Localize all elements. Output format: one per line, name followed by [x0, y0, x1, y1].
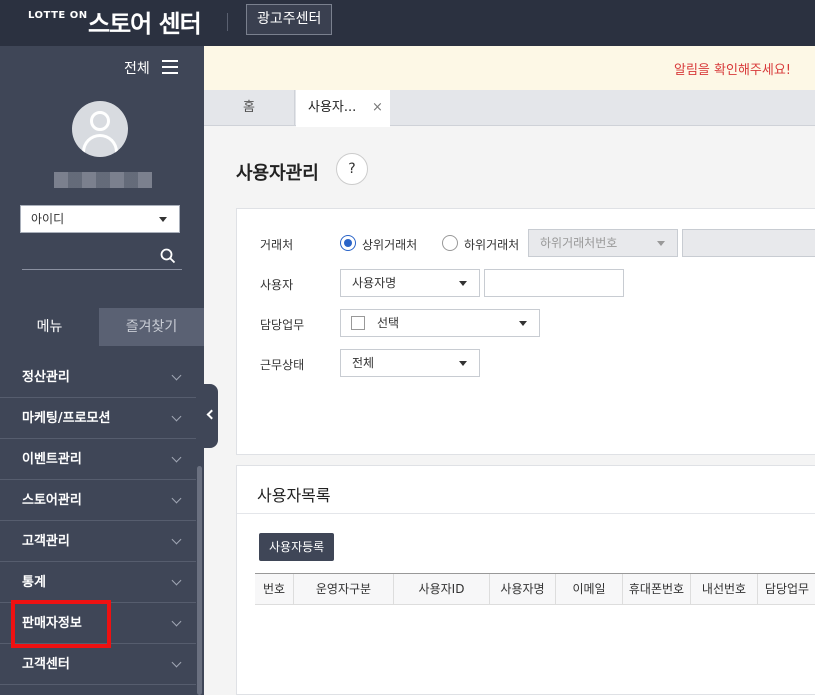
duty-value: 선택: [377, 316, 400, 330]
sidebar-collapse-toggle[interactable]: [204, 384, 218, 448]
lower-partner-number-select[interactable]: 하위거래처번호: [528, 229, 678, 257]
lower-partner-number-value: 하위거래처번호: [540, 236, 618, 250]
top-header: LOTTE ON 스토어 센터 광고주센터: [0, 0, 815, 46]
table-header: 번호 운영자구분 사용자ID 사용자명 이메일 휴대폰번호 내선번호 담당업무: [255, 573, 815, 605]
chevron-down-icon: [171, 452, 182, 463]
tab-home[interactable]: 홈: [204, 90, 295, 126]
column-header[interactable]: 담당업무: [758, 574, 815, 604]
radio-lower-partner-label: 하위거래처: [464, 238, 520, 252]
id-select-value: 아이디: [31, 212, 65, 226]
chevron-down-icon: [171, 411, 182, 422]
duty-select[interactable]: 선택: [340, 309, 540, 337]
page-tabs: 홈 사용자... ×: [204, 90, 815, 127]
brand-title[interactable]: 스토어 센터: [88, 4, 202, 39]
tab-user-management[interactable]: 사용자... ×: [296, 90, 390, 127]
user-list-panel: 사용자목록 사용자등록 번호 운영자구분 사용자ID 사용자명 이메일 휴대폰번…: [236, 465, 815, 695]
user-type-select[interactable]: 사용자명: [340, 269, 480, 297]
chevron-down-icon: [171, 534, 182, 545]
caret-down-icon: [657, 241, 665, 246]
sidebar-item-store[interactable]: 스토어관리: [0, 480, 196, 521]
caret-down-icon: [159, 217, 167, 222]
sidebar-tabs: 메뉴 즐겨찾기: [0, 308, 204, 346]
sidebar-item-label: 스토어관리: [22, 493, 82, 508]
search-input[interactable]: [22, 269, 182, 270]
sidebar-item-label: 정산관리: [22, 370, 70, 385]
column-header[interactable]: 이메일: [556, 574, 623, 604]
notice-bar: 알림을 확인해주세요!: [204, 46, 815, 90]
sidebar-item-label: 고객센터: [22, 657, 70, 672]
column-header[interactable]: 내선번호: [691, 574, 758, 604]
column-header[interactable]: 번호: [255, 574, 294, 604]
radio-lower-partner[interactable]: [442, 235, 458, 251]
sidebar-item-customer[interactable]: 고객관리: [0, 521, 196, 562]
caret-down-icon: [519, 321, 527, 326]
user-search-input[interactable]: [484, 269, 624, 297]
tab-favorites[interactable]: 즐겨찾기: [99, 308, 204, 346]
status-value: 전체: [352, 356, 375, 370]
chevron-down-icon: [171, 616, 182, 627]
duty-label: 담당업무: [260, 318, 305, 332]
status-select[interactable]: 전체: [340, 349, 480, 377]
user-label: 사용자: [260, 278, 294, 292]
user-type-value: 사용자명: [352, 276, 397, 290]
ad-center-button[interactable]: 광고주센터: [246, 4, 333, 35]
register-user-button[interactable]: 사용자등록: [259, 533, 335, 561]
lower-partner-input[interactable]: [682, 229, 815, 257]
main-content: 사용자관리 ? 거래처 상위거래처 하위거래처 하위거래처번호 사용자 사용자명…: [218, 127, 815, 695]
caret-down-icon: [459, 361, 467, 366]
column-header[interactable]: 운영자구분: [294, 574, 394, 604]
blurred-user-name: [54, 172, 152, 188]
chevron-left-icon: [206, 409, 217, 420]
close-icon[interactable]: ×: [372, 90, 383, 126]
sidebar: 전체 아이디 메뉴 즐겨찾기 정산관리 마케팅/프로모션 이벤트관리 스토어관리…: [0, 46, 204, 695]
chevron-down-icon: [171, 575, 182, 586]
brand-logo-small: LOTTE ON: [28, 10, 88, 21]
hamburger-icon[interactable]: [162, 60, 178, 74]
page-title: 사용자관리: [236, 163, 319, 184]
radio-upper-partner-label: 상위거래처: [362, 238, 418, 252]
sidebar-item-customer-center[interactable]: 고객센터: [0, 644, 196, 685]
search-icon[interactable]: [160, 248, 176, 264]
all-menu-label[interactable]: 전체: [124, 58, 150, 78]
help-button[interactable]: ?: [336, 153, 368, 185]
sidebar-item-marketing[interactable]: 마케팅/프로모션: [0, 398, 196, 439]
sidebar-item-label: 고객관리: [22, 534, 70, 549]
chevron-down-icon: [171, 657, 182, 668]
sidebar-item-label: 마케팅/프로모션: [22, 411, 111, 426]
chevron-down-icon: [171, 370, 182, 381]
sidebar-item-settlement[interactable]: 정산관리: [0, 357, 196, 398]
sidebar-scrollbar[interactable]: [197, 466, 202, 695]
tab-user-label: 사용자...: [308, 100, 357, 115]
sidebar-item-label: 통계: [22, 575, 46, 590]
filter-panel: 거래처 상위거래처 하위거래처 하위거래처번호 사용자 사용자명 담당업무 선택…: [236, 208, 815, 455]
notice-text[interactable]: 알림을 확인해주세요!: [674, 59, 791, 78]
avatar: [72, 101, 128, 157]
highlight-annotation: [11, 600, 111, 648]
chevron-down-icon: [171, 493, 182, 504]
sidebar-item-statistics[interactable]: 통계: [0, 562, 196, 603]
column-header[interactable]: 사용자ID: [394, 574, 490, 604]
sidebar-item-event[interactable]: 이벤트관리: [0, 439, 196, 480]
tab-menu[interactable]: 메뉴: [0, 308, 99, 346]
column-header[interactable]: 사용자명: [490, 574, 556, 604]
column-header[interactable]: 휴대폰번호: [623, 574, 691, 604]
divider: [237, 513, 815, 514]
user-list-title: 사용자목록: [257, 486, 331, 505]
partner-label: 거래처: [260, 238, 294, 252]
radio-upper-partner[interactable]: [340, 235, 356, 251]
id-select[interactable]: 아이디: [20, 205, 180, 233]
checkbox[interactable]: [351, 316, 365, 330]
caret-down-icon: [459, 281, 467, 286]
header-divider: [227, 13, 228, 31]
status-label: 근무상태: [260, 358, 305, 372]
sidebar-item-label: 이벤트관리: [22, 452, 82, 467]
